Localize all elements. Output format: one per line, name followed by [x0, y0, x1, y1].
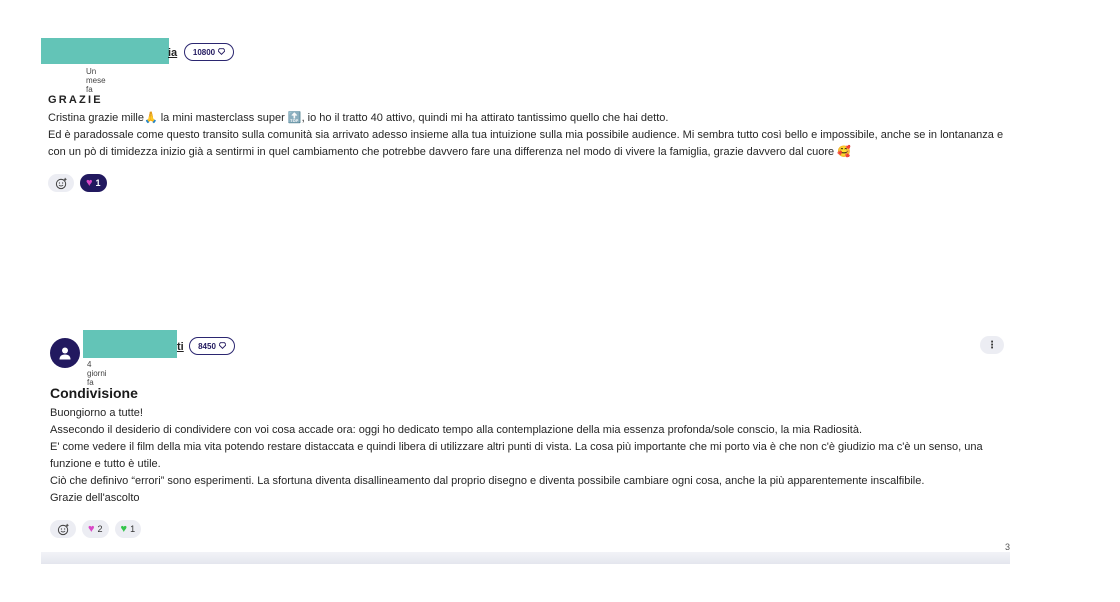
- post-title: GRAZIE: [48, 94, 103, 106]
- add-reaction-button[interactable]: [50, 520, 76, 538]
- post-body: Buongiorno a tutte! Assecondo il desider…: [50, 405, 1010, 507]
- redacted-author-name: [83, 330, 177, 358]
- points-badge: 10800: [184, 43, 234, 61]
- avatar[interactable]: [50, 338, 80, 368]
- reaction-count: 2: [97, 524, 103, 534]
- pink-heart-icon: ♥: [86, 176, 93, 189]
- edge-glyph: 3: [1005, 542, 1011, 552]
- gem-icon: [218, 341, 227, 351]
- reactions-bar: ♥ 1: [48, 174, 107, 192]
- pink-heart-icon: ♥: [88, 522, 95, 535]
- post-timestamp: 4 giorni fa: [87, 360, 107, 387]
- post-body: Cristina grazie mille🙏 la mini mastercla…: [48, 110, 1008, 161]
- reaction-count: 1: [95, 178, 101, 188]
- points-badge: 8450: [189, 337, 235, 355]
- reaction-count: 1: [130, 524, 136, 534]
- post-paragraph: Grazie dell'ascolto: [50, 492, 140, 504]
- add-reaction-button[interactable]: [48, 174, 74, 192]
- post-paragraph: Cristina grazie mille🙏 la mini mastercla…: [48, 112, 669, 124]
- points-value: 10800: [192, 47, 216, 57]
- author-name-link[interactable]: ia: [168, 47, 177, 59]
- post-title: Condivisione: [50, 385, 138, 401]
- reactions-bar: ♥ 2 ♥ 1: [50, 520, 142, 538]
- post-paragraph: Ciò che definivo “errori” sono esperimen…: [50, 475, 925, 487]
- next-post-edge: [41, 552, 1010, 564]
- reaction-heart-button[interactable]: ♥ 1: [114, 520, 142, 538]
- green-heart-icon: ♥: [120, 522, 128, 535]
- reaction-heart-button[interactable]: ♥ 2: [82, 520, 109, 538]
- post-paragraph: Assecondo il desiderio di condividere co…: [50, 424, 863, 436]
- post-paragraph: Ed è paradossale come questo transito su…: [48, 129, 1004, 158]
- points-value: 8450: [198, 341, 216, 351]
- post-options-button[interactable]: ⋮: [980, 336, 1004, 354]
- smiley-plus-icon: [57, 523, 69, 535]
- author-name-link[interactable]: ti: [177, 341, 184, 353]
- reaction-heart-button[interactable]: ♥ 1: [80, 174, 107, 192]
- redacted-author-name: [41, 38, 169, 64]
- smiley-plus-icon: [55, 177, 67, 189]
- post-paragraph: Buongiorno a tutte!: [50, 407, 143, 419]
- post-timestamp: Un mese fa: [86, 67, 106, 94]
- post-paragraph: E' come vedere il film della mia vita po…: [50, 441, 983, 470]
- kebab-menu-icon: ⋮: [987, 339, 997, 351]
- user-icon: [59, 347, 71, 360]
- gem-icon: [217, 47, 226, 57]
